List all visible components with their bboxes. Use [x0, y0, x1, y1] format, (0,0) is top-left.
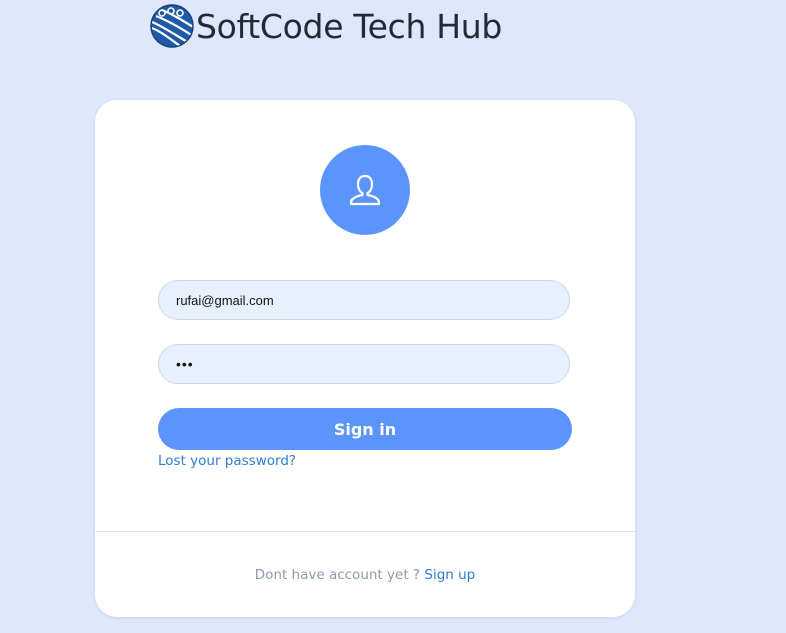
brand-title: SoftCode Tech Hub	[196, 6, 503, 46]
globe-logo-icon	[150, 4, 194, 48]
avatar	[320, 145, 410, 235]
signup-prompt-text: Dont have account yet ?	[254, 567, 421, 583]
email-field[interactable]	[158, 280, 570, 320]
lost-password-link[interactable]: Lost your password?	[158, 453, 296, 469]
password-field[interactable]	[158, 344, 570, 384]
sign-in-button[interactable]: Sign in	[158, 408, 572, 450]
login-page: SoftCode Tech Hub Sign in Lost your pass…	[0, 0, 786, 633]
user-icon	[349, 174, 381, 206]
brand-header: SoftCode Tech Hub	[150, 4, 502, 48]
sign-up-link[interactable]: Sign up	[424, 567, 475, 583]
login-card: Sign in Lost your password? Dont have ac…	[95, 100, 635, 617]
card-divider	[95, 531, 635, 532]
signup-prompt: Dont have account yet ? Sign up	[95, 567, 635, 583]
